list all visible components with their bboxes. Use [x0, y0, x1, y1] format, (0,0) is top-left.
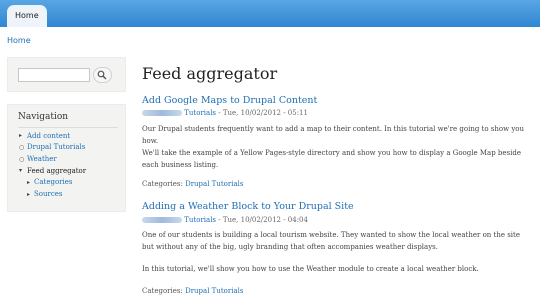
nav-item-drupal-tutorials[interactable]: Drupal Tutorials — [27, 143, 85, 151]
categories-label: Categories: — [142, 287, 183, 295]
breadcrumb-home[interactable]: Home — [7, 36, 31, 45]
article-paragraph: Our Drupal students frequently want to a… — [142, 125, 524, 145]
post-date: - Tue, 10/02/2012 - 04:04 — [218, 216, 308, 224]
page-title: Feed aggregator — [142, 64, 278, 83]
nav-subitem-categories[interactable]: Categories — [34, 178, 73, 186]
category-link[interactable]: Drupal Tutorials — [185, 180, 243, 188]
post-date: - Tue, 10/02/2012 - 05:11 — [218, 109, 308, 117]
blurred-author-prefix — [142, 110, 182, 116]
nav-subitem-sources[interactable]: Sources — [34, 190, 63, 198]
search-input[interactable] — [18, 68, 90, 82]
tab-home[interactable]: Home — [7, 5, 47, 27]
nav-item-add-content[interactable]: Add content — [27, 132, 70, 140]
blurred-author-prefix — [142, 217, 182, 223]
collapsed-arrow-icon: ▸ — [27, 179, 31, 186]
article-paragraph: In this tutorial, we'll show you how to … — [142, 265, 479, 273]
search-button[interactable] — [93, 67, 112, 83]
article-meta: Tutorials - Tue, 10/02/2012 - 04:04 — [142, 216, 308, 224]
collapsed-arrow-icon: ▸ — [19, 132, 23, 139]
bullet-icon: ○ — [19, 144, 25, 151]
collapsed-arrow-icon: ▸ — [27, 191, 31, 198]
article-categories: Categories: Drupal Tutorials — [142, 180, 243, 188]
author-link[interactable]: Tutorials — [184, 216, 216, 224]
article-categories: Categories: Drupal Tutorials — [142, 287, 243, 295]
navigation-title: Navigation — [18, 112, 69, 122]
article-title-link[interactable]: Add Google Maps to Drupal Content — [142, 95, 317, 106]
search-icon — [97, 70, 107, 80]
article-meta: Tutorials - Tue, 10/02/2012 - 05:11 — [142, 109, 308, 117]
article-paragraph: We'll take the example of a Yellow Pages… — [142, 149, 521, 169]
top-bar: Home — [0, 0, 540, 27]
search-block — [7, 57, 126, 92]
bullet-icon: ○ — [19, 156, 25, 163]
categories-label: Categories: — [142, 180, 183, 188]
nav-item-weather[interactable]: Weather — [27, 155, 57, 163]
navigation-block: Navigation ▸ Add content ○ Drupal Tutori… — [7, 104, 126, 212]
author-link[interactable]: Tutorials — [184, 109, 216, 117]
divider — [18, 127, 118, 128]
expanded-arrow-icon: ▾ — [19, 167, 23, 174]
article-paragraph: One of our students is building a local … — [142, 231, 520, 251]
category-link[interactable]: Drupal Tutorials — [185, 287, 243, 295]
nav-item-feed-aggregator[interactable]: Feed aggregator — [27, 167, 86, 175]
article-title-link[interactable]: Adding a Weather Block to Your Drupal Si… — [142, 201, 354, 212]
